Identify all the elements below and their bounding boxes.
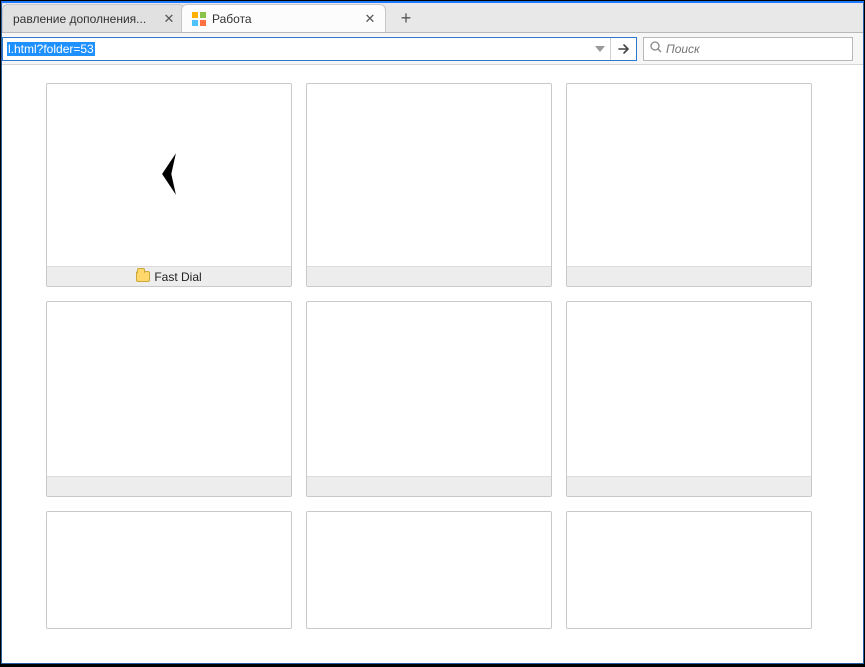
address-bar-text[interactable]: l.html?folder=53 <box>3 38 590 60</box>
dial-preview <box>47 512 291 628</box>
dial-tile-empty[interactable] <box>46 301 292 497</box>
address-bar[interactable]: l.html?folder=53 <box>2 37 637 61</box>
fastdial-icon <box>192 12 206 26</box>
dial-tile-empty[interactable] <box>566 301 812 497</box>
go-button[interactable] <box>610 38 636 60</box>
dial-label-bar <box>47 476 291 496</box>
dial-label-bar <box>307 476 551 496</box>
dial-tile-empty[interactable] <box>566 83 812 287</box>
dial-preview <box>567 302 811 476</box>
browser-window: равление дополнения... ✕ Работа ✕ + l.ht… <box>1 1 864 664</box>
search-box[interactable] <box>643 37 853 61</box>
speed-dial-page: Fast Dial <box>2 65 863 663</box>
dial-label: Fast Dial <box>154 270 201 284</box>
dial-label-bar <box>567 266 811 286</box>
dial-label-bar <box>567 476 811 496</box>
tab-title: Работа <box>212 12 363 26</box>
search-input[interactable] <box>666 42 846 56</box>
back-icon <box>152 151 186 200</box>
dial-label-bar <box>307 266 551 286</box>
dial-preview <box>307 302 551 476</box>
tab-work[interactable]: Работа ✕ <box>181 4 386 32</box>
dial-grid: Fast Dial <box>2 65 863 647</box>
dial-tile-fastdial[interactable]: Fast Dial <box>46 83 292 287</box>
dial-preview <box>307 512 551 628</box>
close-icon[interactable]: ✕ <box>363 12 377 26</box>
tab-title: равление дополнения... <box>13 12 162 26</box>
dial-preview <box>567 84 811 266</box>
folder-icon <box>136 271 150 282</box>
close-icon[interactable]: ✕ <box>162 12 176 26</box>
dropdown-icon[interactable] <box>590 38 610 60</box>
dial-tile-empty[interactable] <box>46 511 292 629</box>
dial-tile-empty[interactable] <box>306 301 552 497</box>
dial-label-bar: Fast Dial <box>47 266 291 286</box>
search-icon <box>650 41 662 56</box>
dial-tile-empty[interactable] <box>566 511 812 629</box>
dial-preview <box>307 84 551 266</box>
nav-toolbar: l.html?folder=53 <box>2 33 863 65</box>
dial-tile-empty[interactable] <box>306 511 552 629</box>
tab-addons[interactable]: равление дополнения... ✕ <box>2 4 185 32</box>
dial-tile-empty[interactable] <box>306 83 552 287</box>
dial-preview <box>567 512 811 628</box>
tab-strip: равление дополнения... ✕ Работа ✕ + <box>2 3 863 33</box>
dial-preview <box>47 84 291 266</box>
dial-preview <box>47 302 291 476</box>
new-tab-button[interactable]: + <box>392 6 420 30</box>
